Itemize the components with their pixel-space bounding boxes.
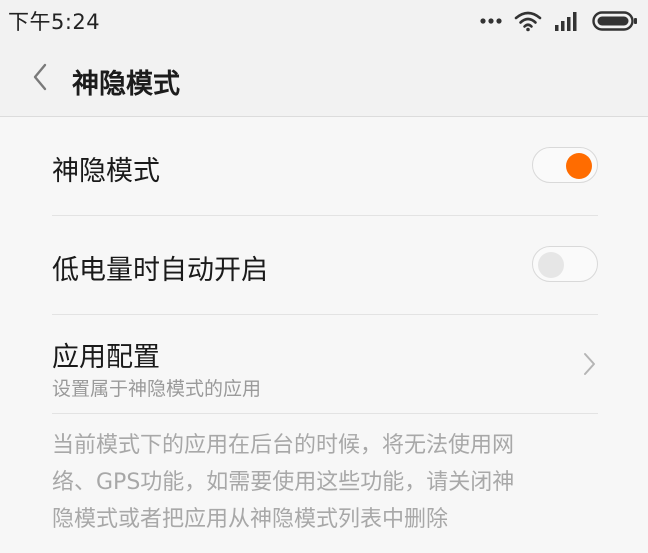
- setting-app-config[interactable]: 应用配置 设置属于神隐模式的应用: [52, 315, 598, 414]
- low-battery-auto-toggle[interactable]: [532, 246, 598, 282]
- status-bar: 下午5:24: [0, 0, 648, 42]
- action-bar: 神隐模式: [0, 42, 648, 117]
- note-line: 当前模式下的应用在后台的时候，将无法使用网: [52, 433, 515, 458]
- signal-icon: [554, 11, 580, 31]
- status-icons: [480, 8, 638, 34]
- back-button[interactable]: [22, 60, 58, 98]
- setting-label: 低电量时自动开启: [52, 255, 268, 286]
- chevron-left-icon: [32, 63, 48, 95]
- chevron-right-icon: [582, 351, 598, 377]
- note-line: 络、GPS功能，如需要使用这些功能，请关闭神: [52, 470, 515, 495]
- battery-icon: [592, 11, 638, 31]
- more-dots-icon: [480, 17, 502, 25]
- setting-sublabel: 设置属于神隐模式的应用: [52, 378, 262, 400]
- mode-description: 当前模式下的应用在后台的时候，将无法使用网 络、GPS功能，如需要使用这些功能，…: [52, 414, 598, 538]
- setting-stealth-mode: 神隐模式: [52, 117, 598, 216]
- toggle-knob: [538, 252, 564, 278]
- setting-label: 应用配置: [52, 342, 160, 373]
- note-line: 隐模式或者把应用从神隐模式列表中删除: [52, 507, 449, 532]
- wifi-icon: [514, 10, 542, 32]
- setting-low-battery-auto: 低电量时自动开启: [52, 216, 598, 315]
- status-time: 下午5:24: [8, 10, 101, 34]
- stealth-mode-toggle[interactable]: [532, 147, 598, 183]
- toggle-knob: [566, 153, 592, 179]
- setting-label: 神隐模式: [52, 156, 160, 187]
- settings-list: 神隐模式 低电量时自动开启 应用配置 设置属于神隐模式的应用 当前模式下的应用在…: [0, 117, 648, 538]
- page-title: 神隐模式: [72, 69, 180, 100]
